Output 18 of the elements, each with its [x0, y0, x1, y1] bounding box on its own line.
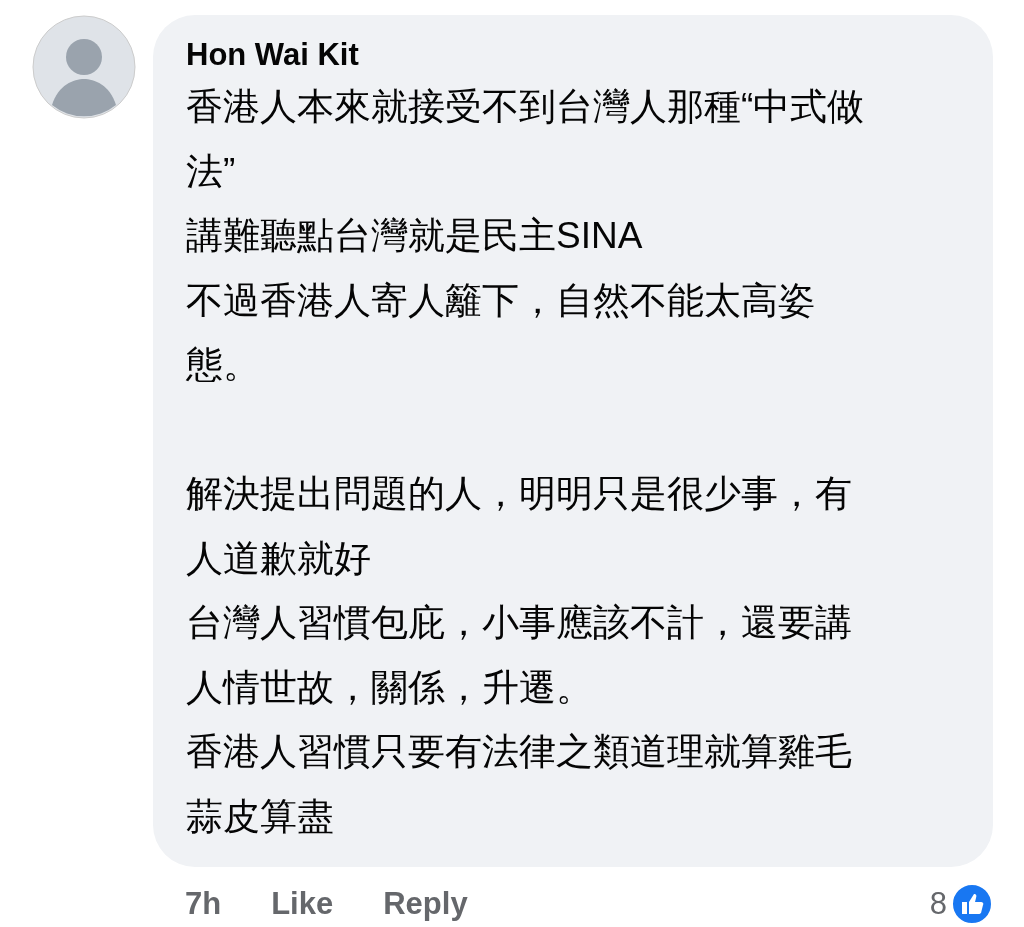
reaction-count[interactable]: 8 — [929, 886, 947, 922]
comment-text-line: 法” — [186, 149, 236, 194]
comment-text-line: 態。 — [186, 343, 260, 387]
comment-text-line: 解決提出問題的人，明明只是很少事，有 — [186, 472, 852, 516]
avatar-icon — [32, 15, 136, 119]
comment-text-line: 台灣人習慣包庇，小事應該不計，還要講 — [186, 601, 852, 645]
comment-text-line: 不過香港人寄人籬下，自然不能太高姿 — [186, 278, 815, 323]
author-name[interactable]: Hon Wai Kit — [186, 37, 359, 73]
comment-text-line: 香港人本來就接受不到台灣人那種“中式做 — [186, 85, 865, 129]
comment-text-line: 香港人習慣只要有法律之類道理就算雞毛 — [186, 730, 852, 774]
thumbs-up-icon[interactable] — [951, 883, 993, 925]
comment-text-line: 講難聽點台灣就是民主SINA — [186, 214, 643, 258]
comment-text-line: 人情世故，關係，升遷。 — [186, 665, 593, 710]
action-link[interactable]: Reply — [383, 886, 468, 922]
timestamp[interactable]: 7h — [185, 886, 222, 922]
comment-text-line: 人道歉就好 — [186, 536, 371, 581]
comment-text-line: 蒜皮算盡 — [186, 794, 334, 839]
action-link[interactable]: Like — [271, 886, 334, 922]
